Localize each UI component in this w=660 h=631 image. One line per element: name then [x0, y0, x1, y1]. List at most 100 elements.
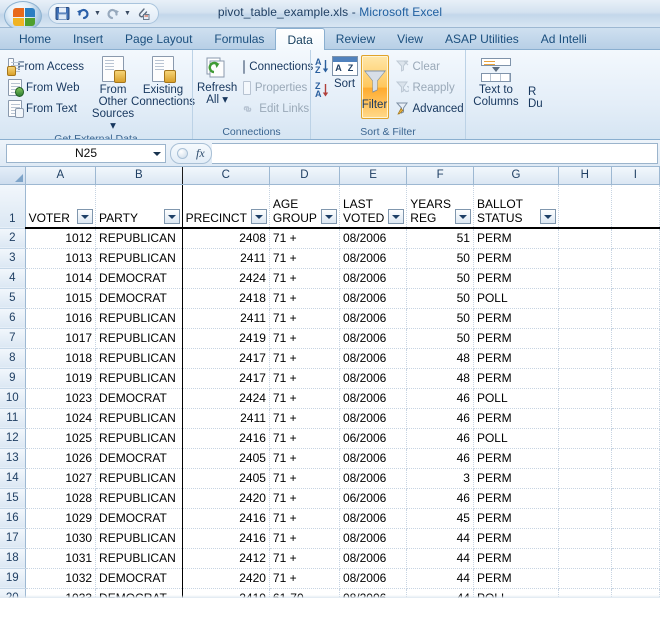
cell-ballot-status[interactable]: PERM — [473, 468, 558, 488]
cell-i[interactable] — [611, 548, 659, 568]
filter-dropdown-party[interactable] — [164, 209, 180, 224]
cell-age-group[interactable]: 71 + — [269, 568, 339, 588]
cell-last-voted[interactable]: 08/2006 — [339, 388, 406, 408]
cell-voter[interactable]: 1018 — [25, 348, 95, 368]
tab-view[interactable]: View — [386, 28, 434, 49]
cell-precinct[interactable]: 2424 — [182, 268, 269, 288]
row-header-3[interactable]: 3 — [0, 248, 25, 268]
cell-last-voted[interactable]: 08/2006 — [339, 468, 406, 488]
cell-h[interactable] — [558, 528, 611, 548]
filter-button[interactable]: Filter — [361, 55, 389, 119]
cell-precinct[interactable]: 2411 — [182, 248, 269, 268]
cell-last-voted[interactable]: 08/2006 — [339, 568, 406, 588]
cell-last-voted[interactable]: 08/2006 — [339, 368, 406, 388]
cell-voter[interactable]: 1031 — [25, 548, 95, 568]
row-header-11[interactable]: 11 — [0, 408, 25, 428]
from-other-sources-button[interactable]: From Other Sources ▾ — [90, 55, 136, 132]
column-header-b[interactable]: B — [96, 167, 183, 184]
cell-last-voted[interactable]: 08/2006 — [339, 248, 406, 268]
cell-age-group[interactable]: 71 + — [269, 428, 339, 448]
cell-precinct[interactable]: 2412 — [182, 548, 269, 568]
cell-ballot-status[interactable]: PERM — [473, 308, 558, 328]
cell-voter[interactable]: 1027 — [25, 468, 95, 488]
cell-party[interactable]: DEMOCRAT — [96, 568, 183, 588]
column-header-f[interactable]: F — [407, 167, 474, 184]
tab-asap-utilities[interactable]: ASAP Utilities — [434, 28, 530, 49]
row-header-14[interactable]: 14 — [0, 468, 25, 488]
row-header-7[interactable]: 7 — [0, 328, 25, 348]
cell-voter[interactable]: 1015 — [25, 288, 95, 308]
column-header-g[interactable]: G — [473, 167, 558, 184]
cell-precinct[interactable]: 2420 — [182, 488, 269, 508]
cell-precinct[interactable]: 2418 — [182, 288, 269, 308]
cell-precinct[interactable]: 2419 — [182, 328, 269, 348]
row-header-8[interactable]: 8 — [0, 348, 25, 368]
cell-age-group[interactable]: 71 + — [269, 288, 339, 308]
sort-descending-button[interactable]: ZA — [315, 82, 329, 98]
column-header-c[interactable]: C — [182, 167, 269, 184]
cell-last-voted[interactable]: 08/2006 — [339, 528, 406, 548]
cell-years-reg[interactable]: 3 — [407, 468, 474, 488]
cell-precinct[interactable]: 2408 — [182, 228, 269, 248]
cell-precinct[interactable]: 2405 — [182, 468, 269, 488]
cell-age-group[interactable]: 71 + — [269, 348, 339, 368]
cell-ballot-status[interactable]: PERM — [473, 568, 558, 588]
filter-dropdown-years-reg[interactable] — [455, 209, 471, 224]
cell-i[interactable] — [611, 448, 659, 468]
remove-duplicates-button[interactable]: R Du — [528, 57, 568, 110]
cell-i[interactable] — [611, 528, 659, 548]
cell-voter[interactable]: 1028 — [25, 488, 95, 508]
row-header-10[interactable]: 10 — [0, 388, 25, 408]
row-header-4[interactable]: 4 — [0, 268, 25, 288]
cell-years-reg[interactable]: 50 — [407, 328, 474, 348]
cell-precinct[interactable]: 2405 — [182, 448, 269, 468]
cell-years-reg[interactable]: 46 — [407, 388, 474, 408]
cell-party[interactable]: REPUBLICAN — [96, 368, 183, 388]
sort-ascending-button[interactable]: AZ — [315, 58, 329, 74]
cell-party[interactable]: REPUBLICAN — [96, 228, 183, 248]
cell-voter[interactable]: 1023 — [25, 388, 95, 408]
cell-party[interactable]: REPUBLICAN — [96, 428, 183, 448]
from-web-button[interactable]: From Web — [4, 77, 88, 98]
cell-precinct[interactable]: 2420 — [182, 568, 269, 588]
row-header-17[interactable]: 17 — [0, 528, 25, 548]
row-header-9[interactable]: 9 — [0, 368, 25, 388]
cell-h[interactable] — [558, 428, 611, 448]
tab-data[interactable]: Data — [275, 28, 324, 50]
cell-i[interactable] — [611, 228, 659, 248]
cell-years-reg[interactable]: 44 — [407, 528, 474, 548]
cell-h[interactable] — [558, 228, 611, 248]
advanced-filter-button[interactable]: Advanced — [392, 98, 462, 119]
header-cell-h[interactable] — [558, 184, 611, 228]
select-all-button[interactable] — [0, 167, 25, 184]
cell-last-voted[interactable]: 08/2006 — [339, 288, 406, 308]
cell-party[interactable]: REPUBLICAN — [96, 528, 183, 548]
cell-i[interactable] — [611, 288, 659, 308]
tab-review[interactable]: Review — [325, 28, 386, 49]
cell-last-voted[interactable]: 06/2006 — [339, 488, 406, 508]
cell-precinct[interactable]: 2411 — [182, 308, 269, 328]
text-to-columns-button[interactable]: Text to Columns — [470, 57, 522, 108]
cell-last-voted[interactable]: 08/2006 — [339, 328, 406, 348]
cell-ballot-status[interactable]: PERM — [473, 348, 558, 368]
cell-i[interactable] — [611, 328, 659, 348]
cell-party[interactable]: DEMOCRAT — [96, 388, 183, 408]
cell-precinct[interactable]: 2424 — [182, 388, 269, 408]
header-cell-i[interactable] — [611, 184, 659, 228]
cell-age-group[interactable]: 71 + — [269, 508, 339, 528]
row-header-18[interactable]: 18 — [0, 548, 25, 568]
column-header-e[interactable]: E — [339, 167, 406, 184]
cell-age-group[interactable]: 71 + — [269, 368, 339, 388]
filter-dropdown-age-group[interactable] — [321, 209, 337, 224]
cell-years-reg[interactable]: 45 — [407, 508, 474, 528]
cell-voter[interactable]: 1019 — [25, 368, 95, 388]
cell-age-group[interactable]: 71 + — [269, 248, 339, 268]
row-header-13[interactable]: 13 — [0, 448, 25, 468]
cell-voter[interactable]: 1013 — [25, 248, 95, 268]
cell-precinct[interactable]: 2417 — [182, 368, 269, 388]
existing-connections-button[interactable]: Existing Connections — [138, 55, 188, 108]
cell-years-reg[interactable]: 46 — [407, 448, 474, 468]
cell-party[interactable]: DEMOCRAT — [96, 268, 183, 288]
row-header-1[interactable]: 1 — [0, 184, 25, 228]
cell-h[interactable] — [558, 288, 611, 308]
